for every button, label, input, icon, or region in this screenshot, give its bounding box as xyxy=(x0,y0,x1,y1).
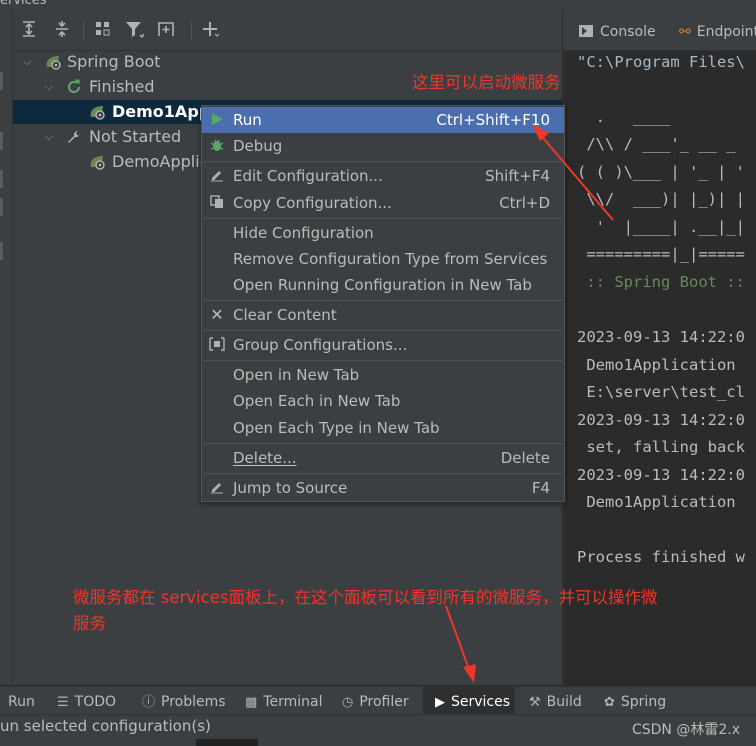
tab-todo[interactable]: ☰ TODO xyxy=(57,687,116,715)
watermark: CSDN @林雷2.x xyxy=(631,722,740,738)
tab-terminal-label: Terminal xyxy=(263,694,323,710)
tab-build-label: Build xyxy=(546,694,582,710)
services-icon: ▶ xyxy=(435,695,445,710)
terminal-icon: ▩ xyxy=(245,695,258,710)
profiler-icon: ◷ xyxy=(342,695,354,710)
tab-terminal[interactable]: ▩ Terminal xyxy=(245,687,322,715)
tab-todo-label: TODO xyxy=(74,694,117,710)
annotation-arrows xyxy=(445,124,614,683)
tab-run-label: Run xyxy=(8,694,35,710)
info-icon: ⓘ xyxy=(142,695,156,710)
spring-icon: ✿ xyxy=(604,695,615,710)
tab-services-label: Services xyxy=(451,694,511,710)
tab-problems-label: Problems xyxy=(161,694,226,710)
list-icon: ☰ xyxy=(57,695,69,710)
tab-spring[interactable]: ✿ Spring xyxy=(604,687,666,715)
tab-profiler[interactable]: ◷ Profiler xyxy=(342,687,409,715)
tab-build[interactable]: ⚒ Build xyxy=(529,687,582,715)
tab-problems[interactable]: ⓘ Problems xyxy=(142,687,226,715)
tab-run[interactable]: Run xyxy=(8,687,35,715)
tab-profiler-label: Profiler xyxy=(359,694,409,710)
status-bar: un selected configuration(s) CSDN @林雷2.x xyxy=(0,714,756,746)
hammer-icon: ⚒ xyxy=(529,695,541,710)
status-text: un selected configuration(s) xyxy=(0,717,211,735)
tab-services[interactable]: ▶ Services xyxy=(423,687,515,715)
bottom-tool-window-bar: Run ☰ TODO ⓘ Problems ▩ Terminal ◷ Profiler … xyxy=(0,686,756,715)
tab-spring-label: Spring xyxy=(620,694,667,710)
